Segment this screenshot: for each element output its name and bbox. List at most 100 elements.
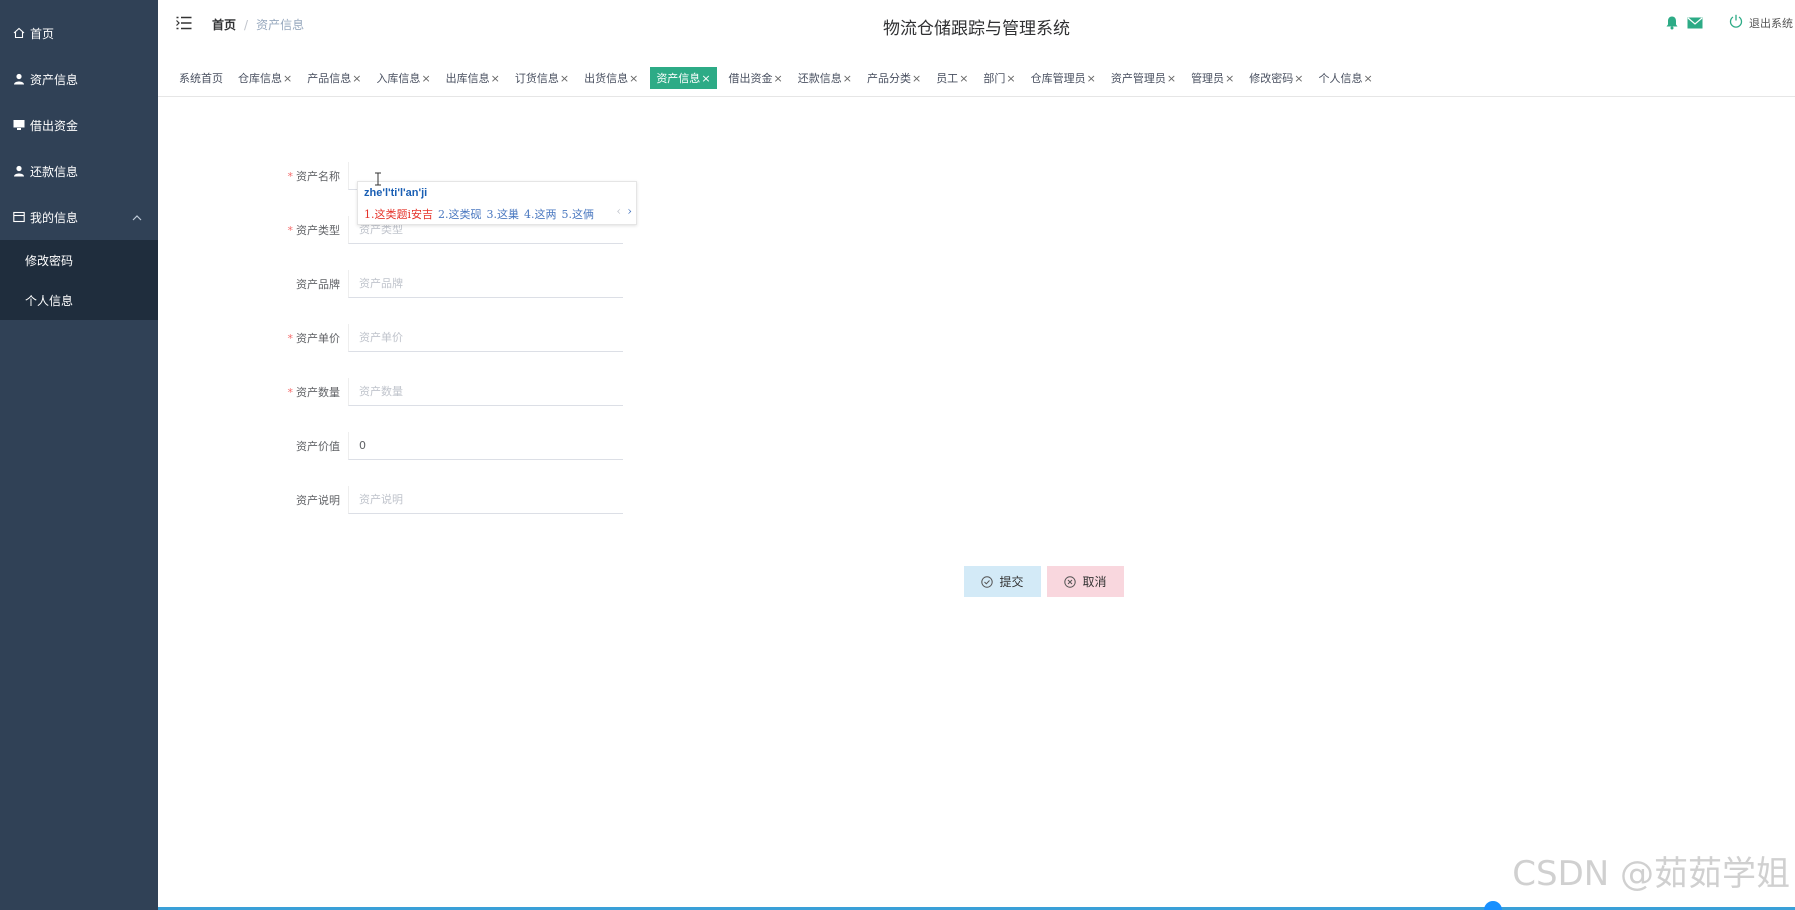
field-input[interactable]: [348, 378, 623, 406]
close-icon[interactable]: ×: [774, 72, 783, 85]
tab-label: 产品信息: [307, 72, 352, 85]
check-circle-icon: [981, 575, 994, 588]
tab-label: 订货信息: [514, 72, 559, 85]
ime-candidate[interactable]: 3.这巢: [487, 206, 520, 222]
tab-12[interactable]: 部门 ×: [980, 67, 1018, 89]
sidebar-item-assets[interactable]: 资产信息: [0, 56, 158, 102]
tab-label: 管理员: [1191, 72, 1225, 85]
tab-16[interactable]: 修改密码 ×: [1246, 67, 1306, 89]
tab-label: 产品分类: [866, 72, 911, 85]
ime-candidate[interactable]: 1.这类题i安吉: [364, 206, 433, 222]
scroll-handle[interactable]: [1484, 901, 1502, 910]
close-icon[interactable]: ×: [959, 72, 968, 85]
field-input[interactable]: [348, 486, 623, 514]
sidebar-item-label: 借出资金: [30, 118, 79, 133]
form-row: 资产价值: [270, 431, 623, 461]
bell-icon[interactable]: [1665, 15, 1679, 30]
ime-prev-icon[interactable]: ‹: [616, 204, 621, 218]
ime-pager: ‹ ›: [610, 204, 632, 218]
close-icon[interactable]: ×: [1167, 72, 1176, 85]
sidebar-item-home[interactable]: 首页: [0, 10, 158, 56]
cancel-label: 取消: [1082, 575, 1107, 589]
card-icon: [12, 210, 26, 224]
required-mark: *: [287, 224, 294, 237]
form-row: 资产品牌: [270, 269, 623, 299]
header-actions: 退出系统: [1657, 14, 1793, 31]
header: 首页 / 资产信息 物流仓储跟踪与管理系统 退出系统: [158, 0, 1795, 50]
monitor-icon: [12, 118, 26, 132]
close-icon[interactable]: ×: [912, 72, 921, 85]
close-icon[interactable]: ×: [1225, 72, 1234, 85]
tab-8[interactable]: 借出资金 ×: [726, 67, 786, 89]
tab-5[interactable]: 订货信息 ×: [512, 67, 572, 89]
tab-13[interactable]: 仓库管理员 ×: [1028, 67, 1099, 89]
tab-9[interactable]: 还款信息 ×: [795, 67, 855, 89]
ime-candidate[interactable]: 4.这两: [524, 206, 557, 222]
field-label-text: 资产单价: [296, 332, 340, 345]
sidebar-item-lending[interactable]: 借出资金: [0, 102, 158, 148]
sidebar-item-label: 首页: [30, 26, 55, 41]
field-label: * 资产类型: [270, 222, 348, 238]
tab-label: 个人信息: [1318, 72, 1363, 85]
ime-next-icon[interactable]: ›: [627, 204, 632, 218]
field-label-text: 资产价值: [296, 440, 340, 453]
close-icon[interactable]: ×: [1364, 72, 1373, 85]
close-icon[interactable]: ×: [1006, 72, 1015, 85]
sidebar-item-repayment[interactable]: 还款信息: [0, 148, 158, 194]
tab-3[interactable]: 入库信息 ×: [373, 67, 433, 89]
tab-17[interactable]: 个人信息 ×: [1316, 67, 1376, 89]
submit-button[interactable]: 提交: [964, 566, 1041, 597]
mail-icon[interactable]: [1687, 17, 1703, 29]
ime-candidate[interactable]: 5.这俩: [562, 206, 595, 222]
field-label: * 资产单价: [270, 330, 348, 346]
tab-label: 资产信息: [656, 72, 701, 85]
close-icon[interactable]: ×: [629, 72, 638, 85]
close-icon[interactable]: ×: [1087, 72, 1096, 85]
close-icon[interactable]: ×: [560, 72, 569, 85]
sidebar-subitem-personal-info[interactable]: 个人信息: [0, 280, 158, 320]
field-label-text: 资产类型: [296, 224, 340, 237]
sidebar-subitem-change-password[interactable]: 修改密码: [0, 240, 158, 280]
tab-14[interactable]: 资产管理员 ×: [1108, 67, 1179, 89]
tab-0[interactable]: 系统首页: [176, 67, 226, 89]
tab-label: 出库信息: [445, 72, 490, 85]
close-icon[interactable]: ×: [352, 72, 361, 85]
tab-label: 仓库管理员: [1030, 72, 1086, 85]
tab-15[interactable]: 管理员 ×: [1188, 67, 1237, 89]
close-icon[interactable]: ×: [491, 72, 500, 85]
field-label-text: 资产名称: [296, 170, 340, 183]
form-row: * 资产单价: [270, 323, 623, 353]
ime-candidate[interactable]: 2.这类砚: [438, 206, 482, 222]
field-input[interactable]: [348, 270, 623, 298]
tags-view: 系统首页 仓库信息 × 产品信息 × 入库信息 × 出库信息 × 订货信息 × 出货信息 × 资产信息 × 借…: [158, 60, 1795, 97]
field-input[interactable]: [348, 432, 623, 460]
tab-4[interactable]: 出库信息 ×: [443, 67, 503, 89]
sidebar-item-label: 资产信息: [30, 72, 79, 87]
tab-7[interactable]: 资产信息 ×: [650, 67, 717, 89]
close-icon[interactable]: ×: [701, 72, 710, 85]
tab-6[interactable]: 出货信息 ×: [581, 67, 641, 89]
sidebar-item-label: 我的信息: [30, 210, 79, 225]
tab-label: 修改密码: [1249, 72, 1294, 85]
tab-label: 出货信息: [584, 72, 629, 85]
tab-2[interactable]: 产品信息 ×: [304, 67, 364, 89]
ime-candidates: 1.这类题i安吉 2.这类砚 3.这巢 4.这两 5.这俩: [364, 206, 599, 222]
tab-label: 还款信息: [797, 72, 842, 85]
close-icon[interactable]: ×: [421, 72, 430, 85]
close-icon[interactable]: ×: [1294, 72, 1303, 85]
field-input[interactable]: [348, 324, 623, 352]
power-icon: [1729, 14, 1743, 31]
tab-10[interactable]: 产品分类 ×: [864, 67, 924, 89]
close-icon[interactable]: ×: [843, 72, 852, 85]
field-label-text: 资产说明: [296, 494, 340, 507]
page-title: 物流仓储跟踪与管理系统: [883, 19, 1070, 39]
cancel-button[interactable]: 取消: [1047, 566, 1124, 597]
tab-11[interactable]: 员工 ×: [933, 67, 971, 89]
sidebar-item-label: 还款信息: [30, 164, 79, 179]
sidebar-item-my-info[interactable]: 我的信息: [0, 194, 158, 240]
logout-button[interactable]: 退出系统: [1723, 14, 1793, 31]
required-mark: *: [287, 170, 294, 183]
tab-label: 入库信息: [376, 72, 421, 85]
tab-1[interactable]: 仓库信息 ×: [235, 67, 295, 89]
close-icon[interactable]: ×: [283, 72, 292, 85]
